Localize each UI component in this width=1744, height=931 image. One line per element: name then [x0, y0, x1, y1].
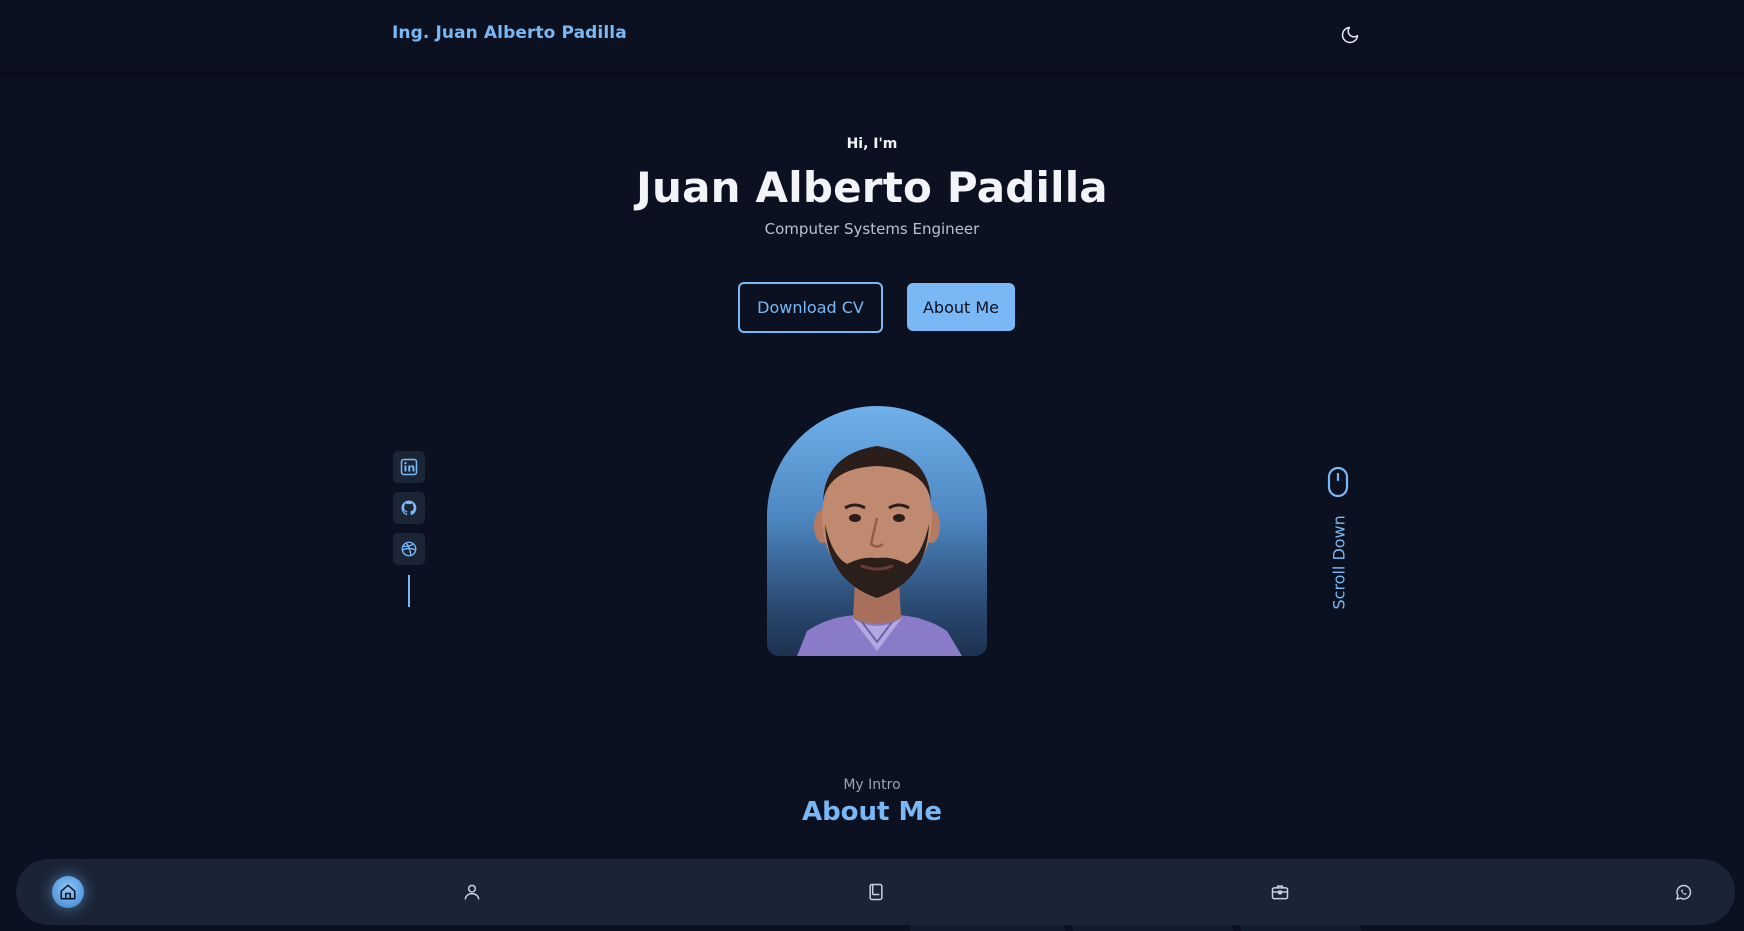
nav-portfolio[interactable] — [1264, 876, 1296, 908]
download-cv-button[interactable]: Download CV — [738, 282, 883, 333]
whatsapp-icon — [1675, 884, 1691, 900]
social-links — [393, 451, 425, 607]
linkedin-link[interactable] — [393, 451, 425, 483]
nav-skills[interactable] — [860, 876, 892, 908]
github-icon — [401, 500, 417, 516]
nav-home[interactable] — [52, 876, 84, 908]
section-subtitle: My Intro — [843, 777, 901, 793]
page: Ing. Juan Alberto Padilla Hi, I'm Juan A… — [0, 0, 1744, 931]
book-icon — [869, 883, 883, 901]
dribbble-link[interactable] — [393, 533, 425, 565]
hero-name: Juan Alberto Padilla — [636, 163, 1108, 212]
scroll-down-label: Scroll Down — [1329, 515, 1349, 610]
mouse-icon — [1327, 466, 1349, 498]
hero-greeting: Hi, I'm — [846, 136, 898, 152]
nav-about[interactable] — [456, 876, 488, 908]
brand-logo[interactable]: Ing. Juan Alberto Padilla — [392, 23, 627, 43]
person-portrait-icon — [797, 446, 962, 656]
bottom-navigation — [16, 859, 1735, 925]
section-title: About Me — [801, 797, 943, 827]
scroll-down-link[interactable]: Scroll Down — [1326, 466, 1350, 616]
hero-role: Computer Systems Engineer — [764, 220, 980, 238]
user-icon — [464, 884, 480, 900]
linkedin-icon — [400, 458, 418, 476]
header: Ing. Juan Alberto Padilla — [0, 0, 1744, 72]
theme-toggle-button[interactable] — [1337, 22, 1363, 48]
about-me-button[interactable]: About Me — [907, 283, 1015, 331]
moon-icon — [1341, 26, 1359, 44]
social-divider-line — [408, 575, 410, 607]
dribbble-icon — [401, 541, 417, 557]
home-icon — [60, 884, 76, 900]
nav-contact[interactable] — [1667, 876, 1699, 908]
profile-photo — [767, 406, 987, 656]
briefcase-icon — [1271, 885, 1289, 900]
github-link[interactable] — [393, 492, 425, 524]
